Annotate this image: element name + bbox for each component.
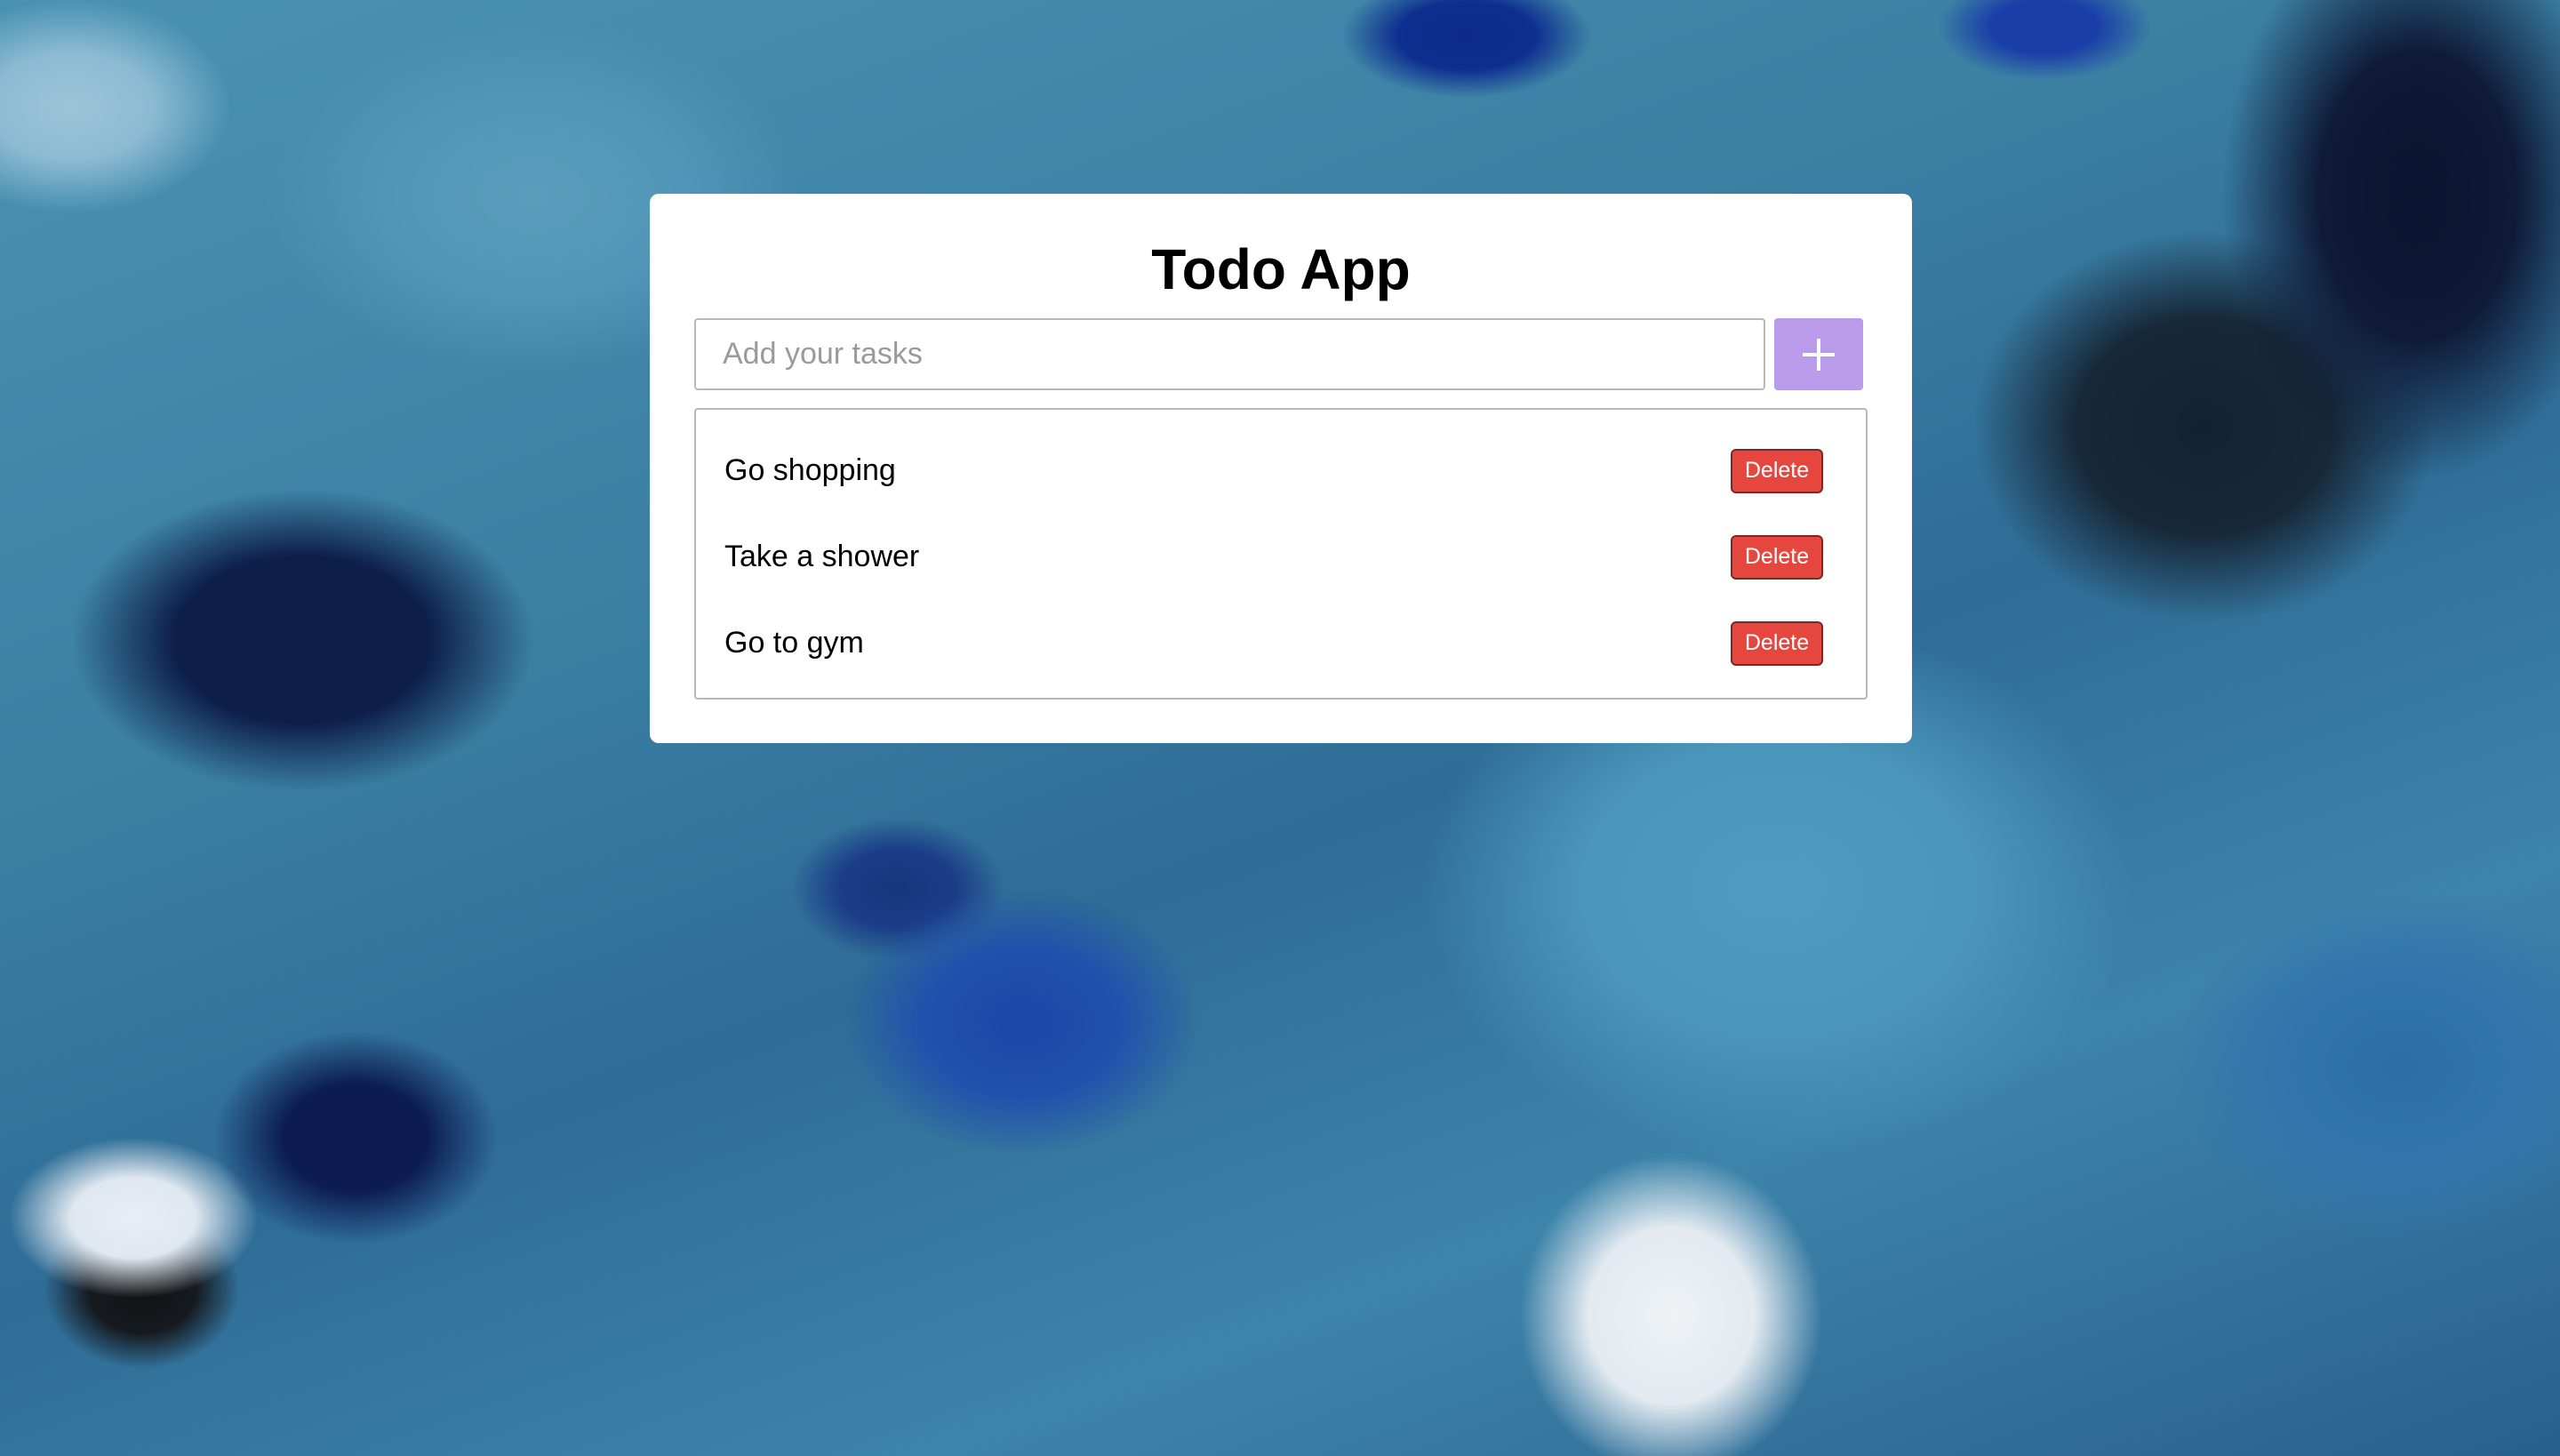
add-task-button[interactable] xyxy=(1774,318,1863,390)
delete-button[interactable]: Delete xyxy=(1731,620,1823,666)
task-item: Take a shower Delete xyxy=(724,514,1823,600)
task-text: Go shopping xyxy=(724,453,896,487)
task-item: Go to gym Delete xyxy=(724,600,1823,686)
task-input[interactable] xyxy=(694,318,1765,390)
app-background: { "app": { "title": "Todo App" }, "input… xyxy=(0,0,2560,1456)
add-task-row xyxy=(694,318,1868,390)
task-item: Go shopping Delete xyxy=(724,428,1823,514)
task-text: Take a shower xyxy=(724,540,920,573)
delete-button[interactable]: Delete xyxy=(1731,448,1823,493)
task-text: Go to gym xyxy=(724,626,864,660)
task-list: Go shopping Delete Take a shower Delete … xyxy=(694,408,1868,700)
app-title: Todo App xyxy=(1151,237,1411,301)
delete-button[interactable]: Delete xyxy=(1731,534,1823,580)
plus-icon xyxy=(1801,337,1836,372)
todo-card: Todo App Go shopping Delete Take a showe… xyxy=(650,194,1912,743)
